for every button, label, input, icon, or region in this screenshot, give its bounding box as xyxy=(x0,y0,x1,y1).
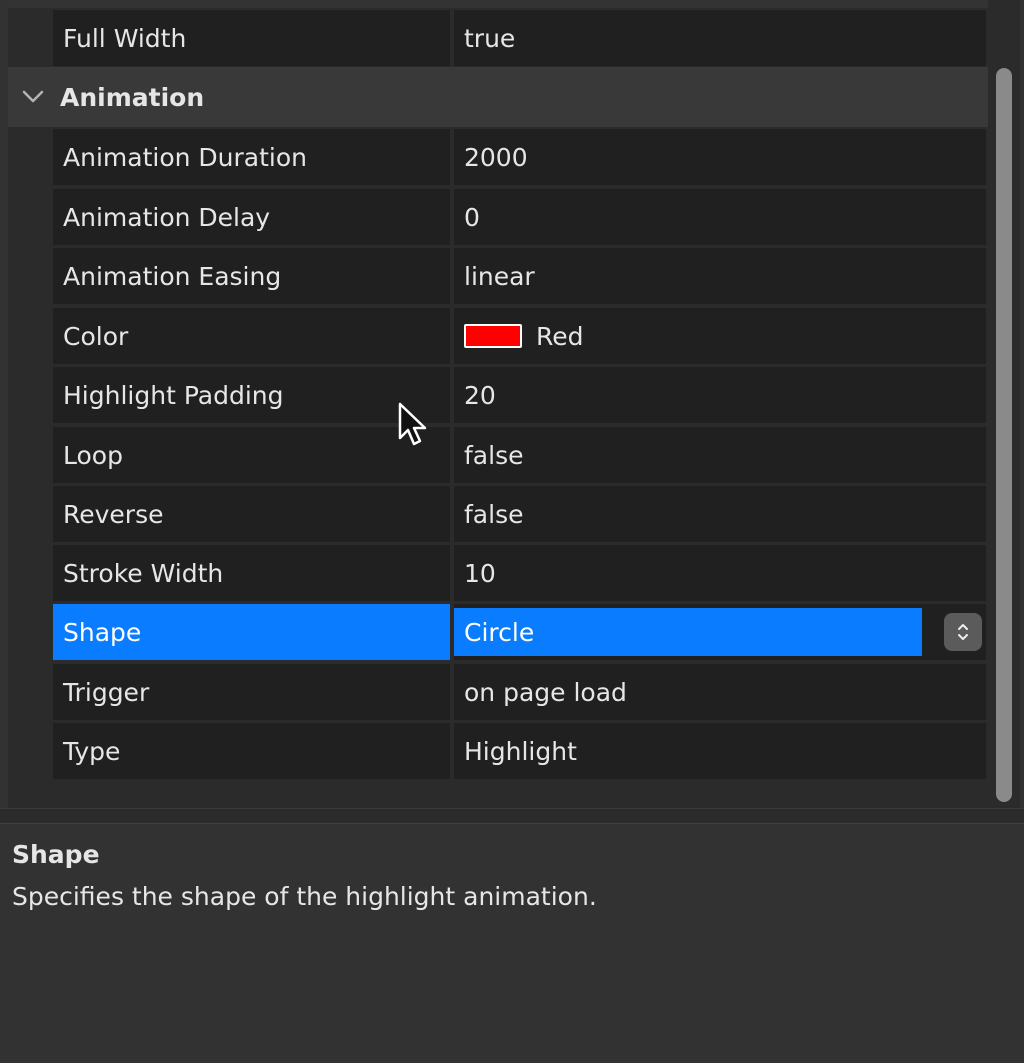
property-value[interactable]: true xyxy=(454,10,986,66)
property-key: Type xyxy=(53,723,450,779)
property-value[interactable]: false xyxy=(454,486,986,542)
property-row-loop[interactable]: Loop false xyxy=(53,427,986,483)
property-value[interactable]: Highlight xyxy=(454,723,986,779)
top-strip xyxy=(8,0,988,8)
property-key: Loop xyxy=(53,427,450,483)
up-down-stepper-icon[interactable] xyxy=(944,613,982,651)
property-key: Shape xyxy=(53,604,450,660)
property-row-highlight-padding[interactable]: Highlight Padding 20 xyxy=(53,367,986,423)
property-key: Animation Easing xyxy=(53,248,450,304)
property-row-type[interactable]: Type Highlight xyxy=(53,723,986,779)
property-value[interactable]: 2000 xyxy=(454,129,986,185)
property-key: Animation Delay xyxy=(53,189,450,245)
color-swatch[interactable] xyxy=(464,324,522,348)
scrollbar-thumb[interactable] xyxy=(996,68,1012,802)
shape-select-cell[interactable]: Circle xyxy=(454,604,986,660)
property-row-stroke-width[interactable]: Stroke Width 10 xyxy=(53,545,986,601)
panel-divider[interactable] xyxy=(0,808,1024,824)
property-key: Full Width xyxy=(53,10,450,66)
property-row-reverse[interactable]: Reverse false xyxy=(53,486,986,542)
property-key: Reverse xyxy=(53,486,450,542)
property-key: Highlight Padding xyxy=(53,367,450,423)
property-row-color[interactable]: Color Red xyxy=(53,308,986,364)
mouse-pointer-icon xyxy=(398,402,430,452)
property-row-trigger[interactable]: Trigger on page load xyxy=(53,664,986,720)
help-description: Specifies the shape of the highlight ani… xyxy=(12,882,597,911)
help-panel: Shape Specifies the shape of the highlig… xyxy=(0,824,1024,1063)
group-header-animation[interactable]: Animation xyxy=(8,67,988,127)
chevron-down-icon[interactable] xyxy=(12,90,54,104)
shape-select-value: Circle xyxy=(464,617,535,647)
color-name: Red xyxy=(536,321,584,351)
property-value[interactable]: 0 xyxy=(454,189,986,245)
property-value[interactable]: Red xyxy=(454,308,986,364)
property-row-shape[interactable]: Shape Circle xyxy=(53,604,986,660)
shape-select[interactable]: Circle xyxy=(454,608,922,656)
property-row-animation-duration[interactable]: Animation Duration 2000 xyxy=(53,129,986,185)
help-title: Shape xyxy=(12,840,100,869)
property-key: Stroke Width xyxy=(53,545,450,601)
property-key: Animation Duration xyxy=(53,129,450,185)
property-value[interactable]: 10 xyxy=(454,545,986,601)
property-row-full-width[interactable]: Full Width true xyxy=(53,10,986,66)
property-row-animation-easing[interactable]: Animation Easing linear xyxy=(53,248,986,304)
property-inspector: Full Width true Animation Animation Dura… xyxy=(8,0,988,808)
property-value[interactable]: 20 xyxy=(454,367,986,423)
property-key: Color xyxy=(53,308,450,364)
property-value[interactable]: on page load xyxy=(454,664,986,720)
group-title: Animation xyxy=(60,82,205,112)
property-row-animation-delay[interactable]: Animation Delay 0 xyxy=(53,189,986,245)
property-value[interactable]: false xyxy=(454,427,986,483)
property-key: Trigger xyxy=(53,664,450,720)
property-value[interactable]: linear xyxy=(454,248,986,304)
